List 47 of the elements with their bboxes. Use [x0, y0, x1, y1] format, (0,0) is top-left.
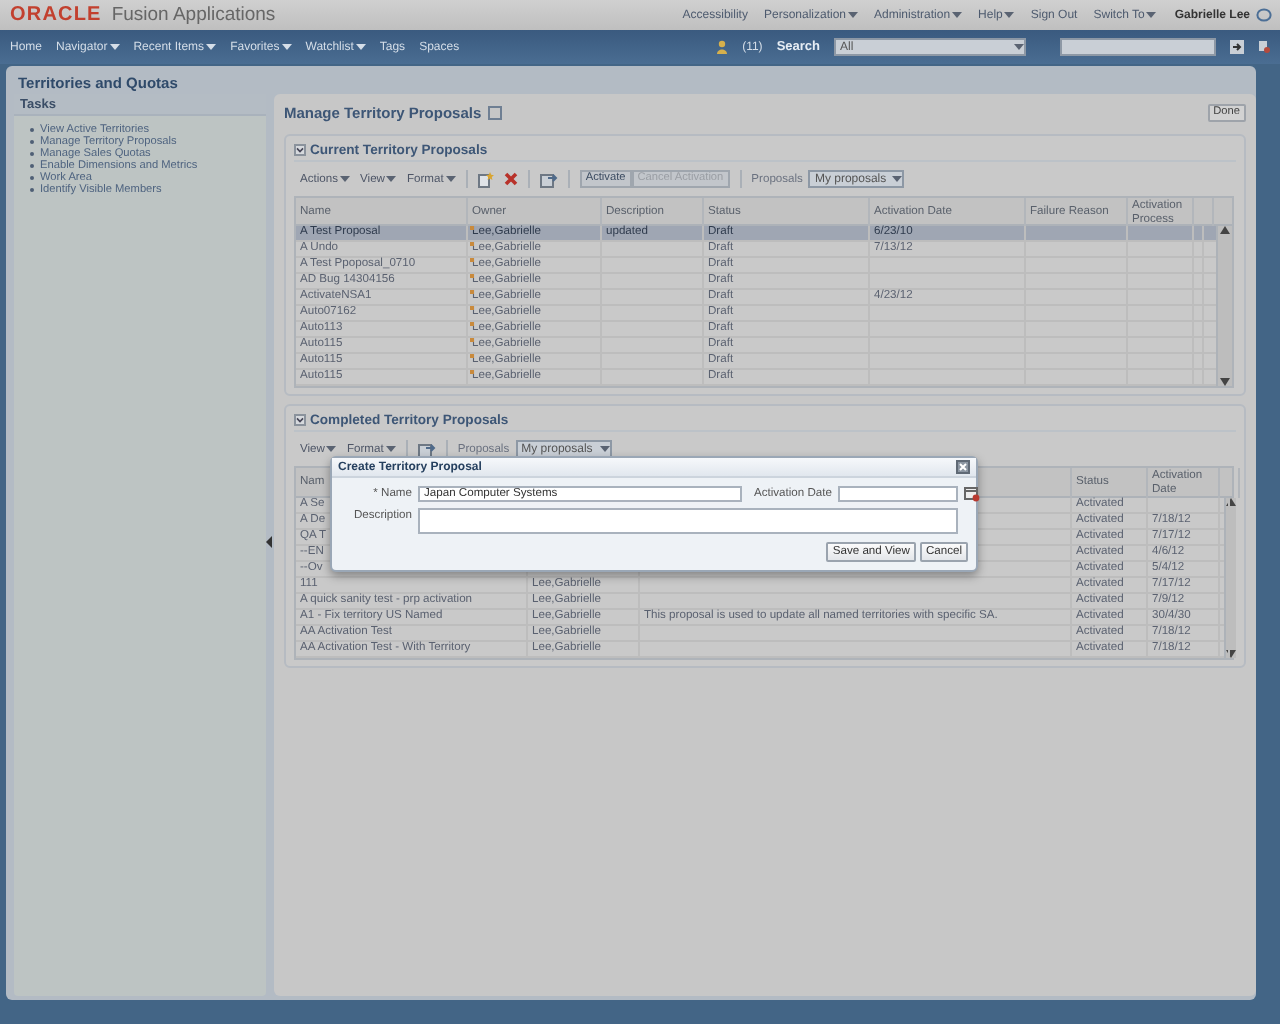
- caret-icon: [1004, 12, 1015, 18]
- export-icon[interactable]: [417, 441, 436, 457]
- caret-icon: [952, 12, 963, 18]
- oracle-logo: ORACLE: [10, 4, 102, 26]
- caret-icon: [340, 176, 351, 182]
- caret-icon: [355, 44, 366, 50]
- caret-icon: [1014, 44, 1024, 50]
- delete-icon[interactable]: [503, 172, 518, 186]
- marker-icon: [470, 322, 474, 326]
- caret-icon: [386, 176, 397, 182]
- marker-icon: [470, 226, 474, 230]
- caret-icon: [1146, 12, 1157, 18]
- caret-icon: [599, 446, 610, 452]
- marker-icon: [470, 242, 474, 246]
- caret-icon: [385, 446, 396, 452]
- tool-icon[interactable]: [1258, 40, 1270, 54]
- create-icon[interactable]: [477, 171, 494, 187]
- caret-icon: [206, 44, 217, 50]
- caret-icon: [281, 44, 292, 50]
- marker-icon: [470, 274, 474, 278]
- marker-icon: [470, 258, 474, 262]
- calendar-icon[interactable]: [964, 486, 980, 502]
- notification-icon[interactable]: [716, 40, 729, 54]
- caret-icon: [445, 176, 456, 182]
- marker-icon: [470, 306, 474, 310]
- export-icon[interactable]: [539, 171, 558, 187]
- marker-icon: [470, 338, 474, 342]
- scroll-down-icon[interactable]: [1226, 650, 1236, 658]
- globe-icon[interactable]: [1256, 8, 1272, 22]
- description-field[interactable]: [418, 508, 958, 534]
- date-field[interactable]: [838, 486, 958, 502]
- caret-icon: [109, 44, 120, 50]
- collapse-icon[interactable]: [294, 414, 306, 426]
- go-icon[interactable]: [1230, 40, 1244, 54]
- product-name: Fusion Applications: [111, 4, 276, 26]
- marker-icon: [470, 354, 474, 358]
- marker-icon: [470, 290, 474, 294]
- collapse-icon[interactable]: [294, 144, 306, 156]
- scroll-down-icon[interactable]: [1220, 378, 1230, 386]
- caret-icon: [326, 446, 337, 452]
- caret-icon: [848, 12, 859, 18]
- marker-icon: [470, 370, 474, 374]
- search-field[interactable]: [1060, 38, 1216, 56]
- scroll-up-icon[interactable]: [1226, 498, 1236, 506]
- caret-icon: [892, 176, 903, 182]
- scrollbar[interactable]: [1216, 226, 1232, 386]
- close-icon[interactable]: [956, 460, 970, 474]
